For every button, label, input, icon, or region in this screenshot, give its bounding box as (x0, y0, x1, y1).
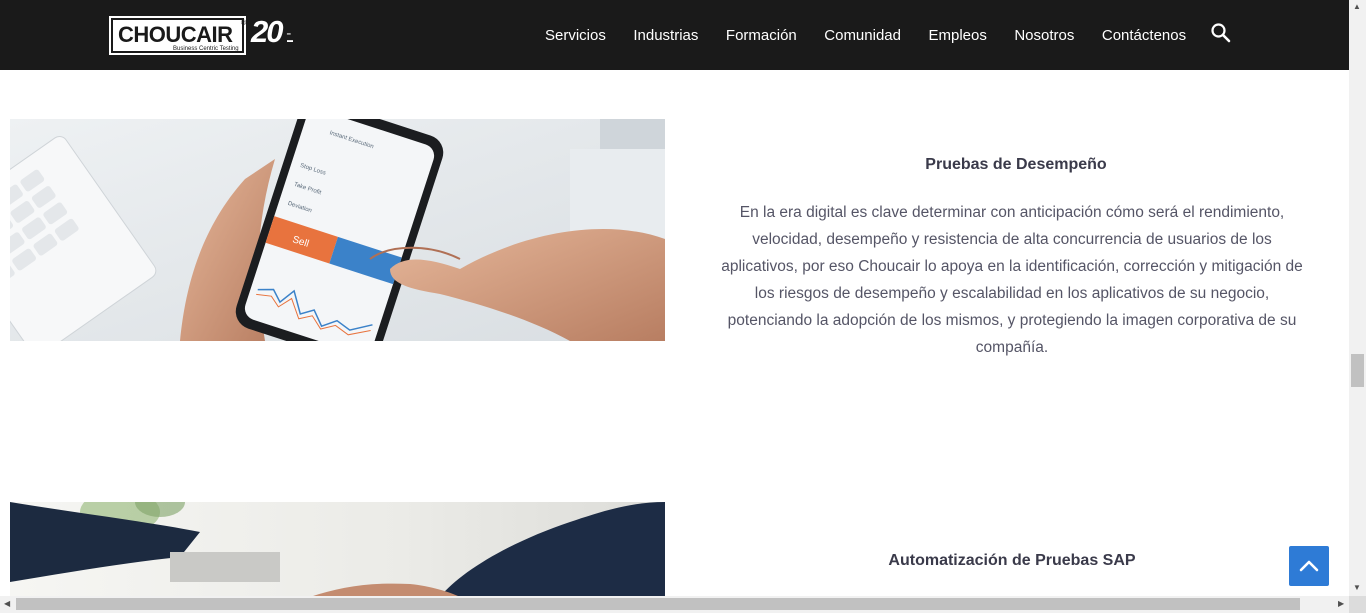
anniversary-badge-mark: ━ ▬ (287, 32, 293, 44)
logo-wordmark: CHOUCAIR (118, 22, 233, 47)
nav-servicios[interactable]: Servicios (545, 27, 606, 44)
logo-tagline: Business Centric Testing (173, 46, 239, 52)
scrollbar-corner (1349, 596, 1366, 613)
site-header: CHOUCAIR ® Business Centric Testing 20 ━… (0, 0, 1349, 70)
nav-empleos[interactable]: Empleos (928, 27, 986, 44)
nav-contactenos[interactable]: Contáctenos (1102, 27, 1186, 44)
nav-formacion[interactable]: Formación (726, 27, 797, 44)
chevron-up-icon (1299, 560, 1319, 572)
scroll-right-arrow-icon[interactable]: ▶ (1338, 600, 1344, 608)
horizontal-scroll-thumb[interactable] (16, 598, 1300, 610)
search-icon[interactable] (1210, 22, 1232, 44)
back-to-top-button[interactable] (1289, 546, 1329, 586)
scroll-left-arrow-icon[interactable]: ◀ (4, 600, 10, 608)
vertical-scrollbar[interactable] (1349, 0, 1366, 596)
nav-comunidad[interactable]: Comunidad (824, 27, 901, 44)
scroll-up-arrow-icon[interactable]: ▲ (1353, 3, 1361, 11)
nav-industrias[interactable]: Industrias (633, 27, 698, 44)
main-nav: Servicios Industrias Formación Comunidad… (545, 0, 1214, 70)
performance-testing-image: Sell Instant Execution Stop Loss Take Pr… (10, 119, 665, 341)
logo-frame: CHOUCAIR ® Business Centric Testing (111, 18, 247, 53)
section-title-sap: Automatización de Pruebas SAP (888, 552, 1136, 569)
sap-automation-image (10, 502, 665, 597)
choucair-logo[interactable]: CHOUCAIR ® Business Centric Testing (107, 14, 248, 57)
section-title-performance: Pruebas de Desempeño (925, 156, 1107, 173)
section-text-performance: En la era digital es clave determinar co… (721, 204, 1303, 356)
vertical-scroll-thumb[interactable] (1351, 354, 1364, 387)
anniversary-badge: 20 (251, 14, 284, 49)
scroll-down-arrow-icon[interactable]: ▼ (1353, 584, 1361, 592)
registered-mark: ® (241, 20, 247, 27)
nav-nosotros[interactable]: Nosotros (1014, 27, 1074, 44)
